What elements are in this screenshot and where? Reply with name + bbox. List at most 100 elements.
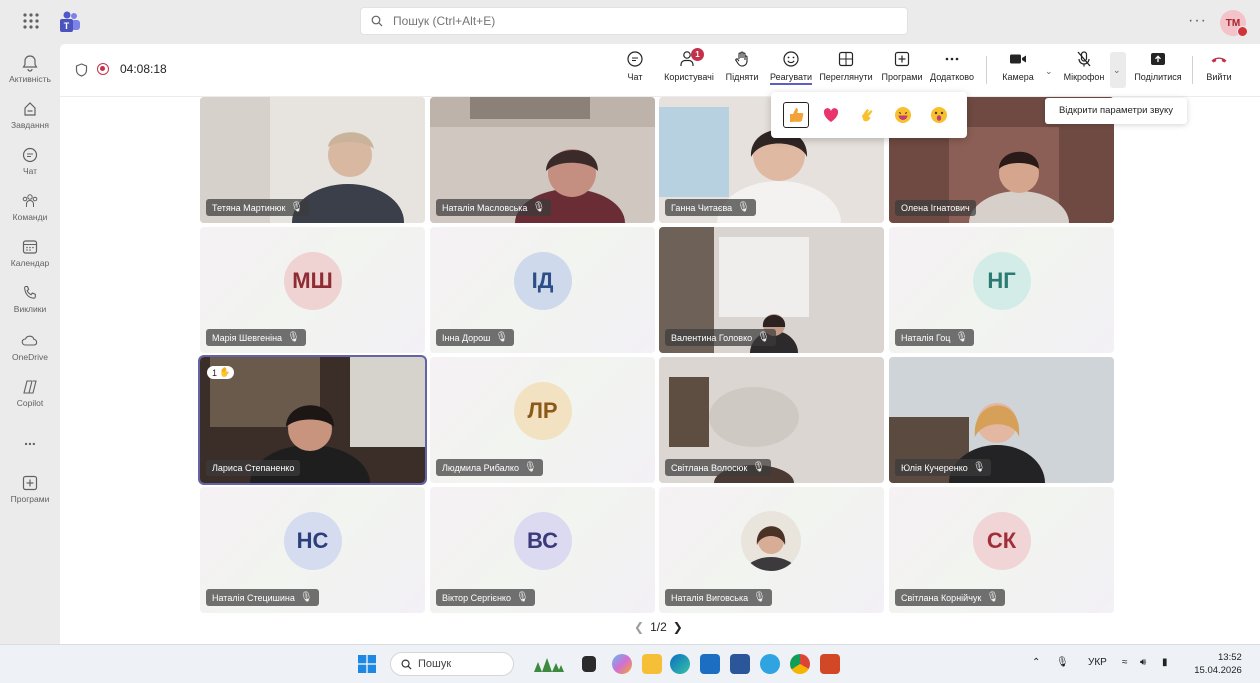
tray-expand-icon[interactable]: ⌃ — [1032, 657, 1040, 668]
battery-icon[interactable]: ▮ — [1162, 657, 1168, 668]
participant-tile[interactable]: ЛР Людмила Рибалко 🎙︎ — [430, 357, 655, 483]
chat-button[interactable]: Чат — [620, 50, 650, 82]
rail-item-teams[interactable]: Команди — [0, 192, 60, 222]
system-clock[interactable]: 13:52 15.04.2026 — [1194, 651, 1242, 677]
mic-options-button[interactable]: ⌄ — [1110, 52, 1126, 88]
meeting-toolbar: 04:08:18 Чат 1 Користувачі Підняти Реагу… — [60, 44, 1260, 97]
rail-item-copilot[interactable]: Copilot — [0, 378, 60, 408]
rail-label: Copilot — [16, 398, 44, 408]
raise-hand-button[interactable]: Підняти — [722, 50, 762, 82]
volume-icon[interactable]: 🔊︎ — [1140, 657, 1146, 668]
mic-muted-icon: 🎙︎ — [515, 592, 529, 603]
widgets-trees-icon[interactable] — [530, 654, 566, 674]
participant-name-tag: Тетяна Мартинюк 🎙︎ — [206, 199, 310, 216]
word-icon[interactable] — [730, 654, 750, 674]
rail-item-calendar[interactable]: Календар — [0, 238, 60, 268]
chevron-down-icon: ⌄ — [1113, 65, 1121, 75]
participant-initials-avatar: ІД — [513, 252, 572, 311]
leave-button[interactable]: Вийти — [1200, 50, 1238, 82]
smiley-icon — [783, 51, 799, 67]
shield-icon[interactable] — [75, 63, 88, 77]
participant-tile[interactable]: Валентина Головко 🎙︎ — [659, 227, 884, 353]
apps-button[interactable]: Програми — [878, 50, 926, 82]
laugh-reaction-icon[interactable] — [891, 103, 915, 127]
powerpoint-icon[interactable] — [820, 654, 840, 674]
reactions-popup — [771, 92, 967, 138]
rail-item-calls[interactable]: Виклики — [0, 284, 60, 314]
participant-tile[interactable]: Юлія Кучеренко 🎙︎ — [889, 357, 1114, 483]
rail-item-chat[interactable]: Чат — [0, 146, 60, 176]
participant-initials-avatar: ЛР — [513, 382, 572, 441]
input-language[interactable]: УКР — [1088, 657, 1107, 668]
rail-item-onedrive[interactable]: OneDrive — [0, 332, 60, 362]
phone-icon — [24, 285, 36, 299]
rail-item-apps[interactable]: Програми — [0, 474, 60, 504]
rail-item-activity[interactable]: Активність — [0, 54, 60, 84]
applause-reaction-icon[interactable] — [855, 103, 879, 127]
people-button[interactable]: 1 Користувачі — [660, 48, 718, 82]
participant-name-tag: Олена Ігнатович — [895, 200, 976, 216]
participant-tile[interactable]: ІД Інна Дорош 🎙︎ — [430, 227, 655, 353]
chrome-icon[interactable] — [790, 654, 810, 674]
participant-tile[interactable]: Тетяна Мартинюк 🎙︎ — [200, 97, 425, 223]
camera-icon — [1010, 54, 1026, 64]
copilot-app-icon[interactable] — [612, 654, 632, 674]
mic-muted-icon: 🎙︎ — [955, 332, 969, 343]
tray-mic-icon[interactable]: 🎙︎ — [1056, 657, 1069, 668]
view-button[interactable]: Переглянути — [817, 50, 875, 82]
app-launcher-icon[interactable] — [20, 10, 42, 32]
rail-label: Виклики — [13, 304, 47, 314]
taskbar-search[interactable]: Пошук — [390, 652, 514, 676]
participant-name-tag: Марія Шевгеніна 🎙︎ — [206, 329, 306, 346]
like-reaction-icon[interactable] — [783, 102, 809, 128]
store-icon[interactable] — [700, 654, 720, 674]
react-button[interactable]: Реагувати — [768, 50, 814, 85]
task-view-icon[interactable] — [582, 656, 596, 672]
user-avatar[interactable]: TM — [1220, 10, 1248, 37]
wifi-icon[interactable]: ≈ — [1122, 657, 1128, 668]
participant-initials-avatar: СК — [972, 512, 1031, 571]
participant-tile-active[interactable]: 1 ✋ Лариса Степаненко — [200, 357, 425, 483]
search-box[interactable] — [360, 7, 908, 35]
participant-name-tag: Людмила Рибалко 🎙︎ — [436, 459, 543, 476]
participant-tile[interactable]: ВС Віктор Сергієнко 🎙︎ — [430, 487, 655, 613]
telegram-icon[interactable] — [760, 654, 780, 674]
mic-button[interactable]: Мікрофон — [1060, 50, 1108, 82]
mic-muted-icon: 🎙︎ — [287, 332, 300, 343]
next-page-icon[interactable]: ❯ — [673, 620, 683, 634]
title-bar: T ··· TM — [0, 0, 1260, 44]
windows-start-icon[interactable] — [358, 655, 376, 673]
heart-reaction-icon[interactable] — [819, 103, 843, 127]
search-icon — [371, 15, 383, 27]
file-explorer-icon[interactable] — [642, 654, 662, 674]
participant-name-tag: Юлія Кучеренко 🎙︎ — [895, 459, 992, 476]
search-input[interactable] — [391, 13, 875, 29]
svg-text:T: T — [64, 21, 70, 31]
surprised-reaction-icon[interactable] — [927, 103, 951, 127]
participant-tile[interactable]: НГ Наталія Гоц 🎙︎ — [889, 227, 1114, 353]
toolbar-divider — [986, 56, 987, 84]
participant-name-tag: Інна Дорош 🎙︎ — [436, 329, 515, 346]
prev-page-icon[interactable]: ❮ — [634, 620, 644, 634]
participant-tile[interactable]: Наталія Виговська 🎙︎ — [659, 487, 884, 613]
rail-item-tasks[interactable]: Завдання — [0, 100, 60, 130]
participant-tile[interactable]: НС Наталія Стецишина 🎙︎ — [200, 487, 425, 613]
people-badge: 1 — [691, 48, 704, 61]
more-button[interactable]: Додатково — [928, 50, 976, 82]
participant-tile[interactable]: МШ Марія Шевгеніна 🎙︎ — [200, 227, 425, 353]
search-icon — [401, 659, 412, 670]
participant-tile[interactable]: Наталія Масловська 🎙︎ — [430, 97, 655, 223]
camera-options-chevron-icon[interactable]: ⌄ — [1045, 66, 1053, 77]
share-button[interactable]: Поділитися — [1132, 50, 1184, 82]
participant-tile[interactable]: Світлана Волосюк 🎙︎ — [659, 357, 884, 483]
video-grid: Тетяна Мартинюк 🎙︎ Наталія Масловська 🎙︎ Г… — [200, 97, 1118, 613]
edge-browser-icon[interactable] — [670, 654, 690, 674]
settings-more-icon[interactable]: ··· — [1188, 12, 1207, 30]
participant-photo-avatar — [741, 511, 801, 571]
participant-tile[interactable]: СК Світлана Корнійчук 🎙︎ — [889, 487, 1114, 613]
camera-button[interactable]: Камера — [998, 50, 1038, 82]
rail-more-icon[interactable]: ... — [0, 432, 60, 448]
participant-name-tag: Світлана Корнійчук 🎙︎ — [895, 589, 1006, 606]
mic-muted-icon: 🎙︎ — [532, 202, 546, 213]
mic-muted-icon: 🎙︎ — [752, 462, 765, 473]
